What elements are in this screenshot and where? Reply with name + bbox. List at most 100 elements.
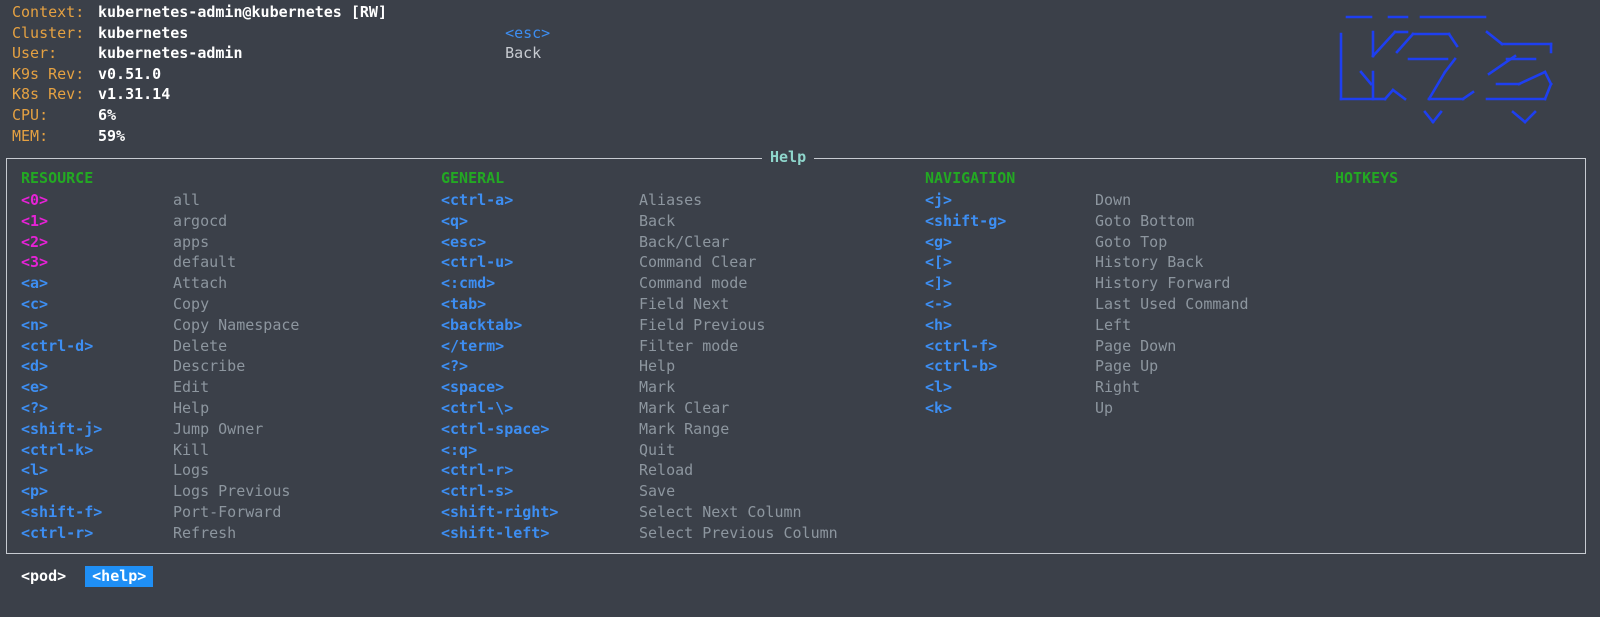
breadcrumb-item[interactable]: <help> — [85, 566, 154, 587]
shortcut-row: </term> Filter mode — [441, 336, 901, 357]
shortcut-row: <ctrl-a> Aliases — [441, 190, 901, 211]
shortcut-row: <backtab> Field Previous — [441, 315, 901, 336]
info-label: K9s Rev: — [12, 64, 85, 83]
shortcut-description: Last Used Command — [1095, 294, 1249, 313]
shortcut-description: Left — [1095, 315, 1132, 334]
shortcut-row: <ctrl-b> Page Up — [925, 356, 1325, 377]
shortcut-row: <?> Help — [21, 398, 421, 419]
shortcut-description: Help — [639, 357, 676, 376]
info-value: kubernetes-admin — [98, 44, 243, 63]
info-label: K8s Rev: — [12, 85, 85, 104]
shortcut-key: <l> — [21, 461, 49, 480]
shortcut-row: <ctrl-u> Command Clear — [441, 252, 901, 273]
shortcut-row: <space> Mark — [441, 377, 901, 398]
shortcut-description: Back — [639, 211, 676, 230]
shortcut-description: all — [173, 191, 201, 209]
info-value: 6% — [98, 106, 117, 124]
shortcut-key: <:q> — [441, 440, 478, 459]
shortcut-row: <shift-g> Goto Bottom — [925, 211, 1325, 232]
menu-back-label: Back — [505, 44, 542, 63]
shortcut-description: Jump Owner — [173, 419, 264, 438]
shortcut-description: Mark Range — [639, 419, 730, 438]
info-value: v0.51.0 — [98, 64, 162, 83]
shortcut-key: <p> — [21, 482, 49, 501]
shortcut-row: <:q> Quit — [441, 440, 901, 461]
shortcut-key: <]> — [925, 274, 953, 293]
general-shortcuts-list: <ctrl-a> Aliases <q> Back <esc> Back/Clear <ct… — [441, 190, 901, 544]
shortcut-description: Mark — [639, 378, 676, 397]
shortcut-description: Goto Bottom — [1095, 211, 1195, 230]
shortcut-row: <ctrl-s> Save — [441, 481, 901, 502]
shortcut-description: Aliases — [639, 191, 703, 209]
info-row: MEM: 59% — [12, 126, 125, 147]
shortcut-description: argocd — [173, 211, 228, 230]
shortcut-key: <ctrl-d> — [21, 336, 94, 355]
shortcut-row: <p> Logs Previous — [21, 481, 421, 502]
shortcut-key: <shift-g> — [925, 211, 1007, 230]
shortcut-row: <-> Last Used Command — [925, 294, 1325, 315]
shortcut-row: <[> History Back — [925, 252, 1325, 273]
shortcut-row: <e> Edit — [21, 377, 421, 398]
shortcut-row: <ctrl-space> Mark Range — [441, 419, 901, 440]
shortcut-row: <?> Help — [441, 356, 901, 377]
shortcut-row: <g> Goto Top — [925, 232, 1325, 253]
shortcut-key: <2> — [21, 232, 49, 251]
help-title: Help — [762, 146, 815, 168]
shortcut-description: Page Down — [1095, 336, 1177, 355]
shortcut-key: <ctrl-u> — [441, 253, 514, 272]
shortcut-description: Kill — [173, 440, 210, 459]
shortcut-description: Select Next Column — [639, 502, 802, 521]
info-value: 59% — [98, 126, 126, 145]
shortcut-key: <shift-left> — [441, 523, 550, 542]
info-row: Cluster: kubernetes — [12, 23, 188, 44]
shortcut-key: <1> — [21, 211, 49, 230]
shortcut-description: History Forward — [1095, 274, 1231, 293]
shortcut-description: Up — [1095, 398, 1114, 417]
shortcut-row: <n> Copy Namespace — [21, 315, 421, 336]
shortcut-row: <ctrl-\> Mark Clear — [441, 398, 901, 419]
shortcut-key: <ctrl-k> — [21, 440, 94, 459]
section-hotkeys-header: HOTKEYS — [1335, 169, 1399, 187]
breadcrumb-item[interactable]: <pod> — [14, 566, 73, 587]
info-value: kubernetes-admin@kubernetes [RW] — [98, 3, 387, 21]
section-resource-header: RESOURCE — [21, 169, 94, 187]
shortcut-key: <tab> — [441, 294, 487, 313]
shortcut-description: Right — [1095, 378, 1141, 397]
shortcut-row: <l> Right — [925, 377, 1325, 398]
shortcut-row: <esc> Back/Clear — [441, 232, 901, 253]
section-general-header: GENERAL — [441, 169, 505, 187]
shortcut-description: Copy Namespace — [173, 315, 300, 334]
shortcut-row: <d> Describe — [21, 356, 421, 377]
shortcut-key: <ctrl-space> — [441, 419, 550, 438]
shortcut-description: Select Previous Column — [639, 523, 838, 542]
shortcut-row: <1> argocd — [21, 211, 421, 232]
shortcut-description: Mark Clear — [639, 398, 730, 417]
resource-shortcuts-list: <0> all <1> argocd <2> apps <3> default <a> Attac… — [21, 190, 421, 544]
shortcut-key: <k> — [925, 398, 953, 417]
shortcut-description: Down — [1095, 191, 1132, 209]
shortcut-row: <tab> Field Next — [441, 294, 901, 315]
menu-back-key: <esc> — [505, 23, 551, 42]
shortcut-description: Attach — [173, 274, 228, 293]
shortcut-row: <ctrl-d> Delete — [21, 336, 421, 357]
info-row: CPU: 6% — [12, 105, 116, 126]
shortcut-row: <shift-left> Select Previous Column — [441, 523, 901, 544]
shortcut-row: <shift-f> Port-Forward — [21, 502, 421, 523]
shortcut-key: <ctrl-a> — [441, 191, 514, 209]
shortcut-row: <ctrl-k> Kill — [21, 440, 421, 461]
shortcut-key: </term> — [441, 336, 505, 355]
info-value: kubernetes — [98, 23, 189, 42]
shortcut-row: <ctrl-r> Reload — [441, 460, 901, 481]
shortcut-key: <ctrl-r> — [21, 523, 94, 542]
shortcut-description: Back/Clear — [639, 232, 730, 251]
shortcut-key: <shift-j> — [21, 419, 103, 438]
shortcut-row: <3> default — [21, 252, 421, 273]
info-row: Context: kubernetes-admin@kubernetes [RW] — [12, 2, 387, 23]
shortcut-key: <?> — [21, 398, 49, 417]
shortcut-row: <:cmd> Command mode — [441, 273, 901, 294]
info-row: User: kubernetes-admin — [12, 43, 243, 64]
shortcut-description: Quit — [639, 440, 676, 459]
shortcut-row: <j> Down — [925, 190, 1325, 211]
shortcut-key: <space> — [441, 378, 505, 397]
shortcut-row: <c> Copy — [21, 294, 421, 315]
